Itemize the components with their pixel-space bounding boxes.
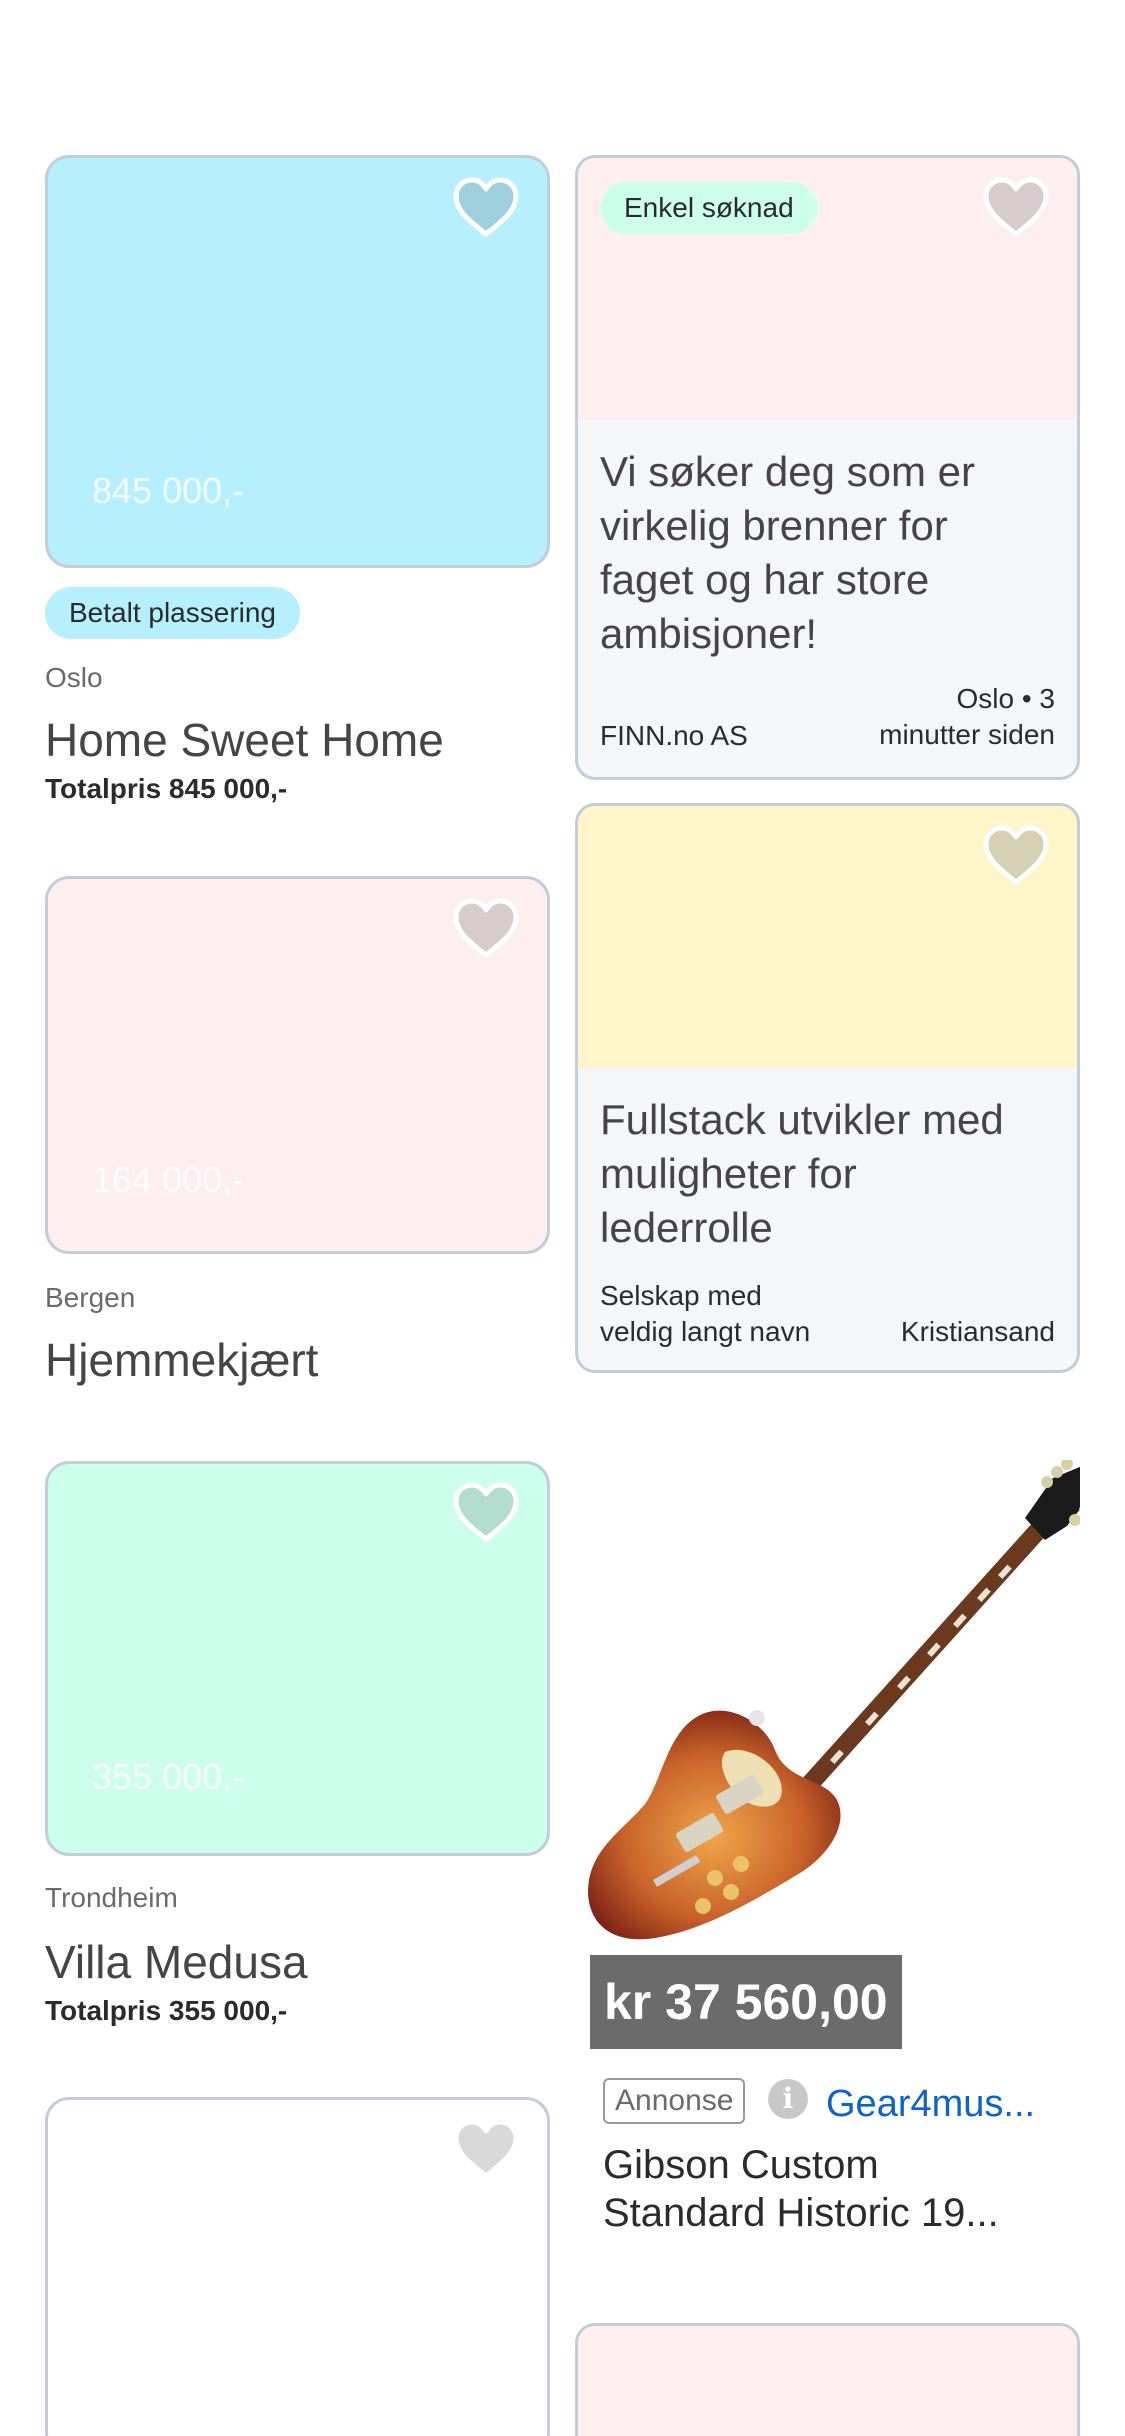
ad-title[interactable]: Gibson Custom Standard Historic 19...	[603, 2141, 999, 2237]
listing-title[interactable]: Villa Medusa	[45, 1935, 308, 1989]
listing-location: Trondheim	[45, 1882, 178, 1913]
job-company: Selskap med veldig langt navn	[600, 1280, 811, 1347]
job-title[interactable]: Fullstack utvikler med muligheter for le…	[600, 1093, 1004, 1255]
job-company: FINN.no AS	[600, 720, 748, 751]
job-image	[578, 2326, 1077, 2436]
easy-apply-badge: Enkel søknad	[600, 182, 818, 234]
job-location-time: Oslo • 3 minutter siden	[879, 683, 1055, 750]
heart-icon[interactable]	[980, 820, 1052, 892]
info-icon[interactable]: i	[768, 2079, 808, 2119]
job-location: Kristiansand	[900, 1316, 1055, 1347]
heart-icon[interactable]	[450, 893, 522, 965]
job-card[interactable]: Enkel søknad Vi søker deg som er virkeli…	[575, 155, 1080, 780]
ad-price: kr 37 560,00	[590, 1955, 902, 2049]
listing-location: Bergen	[45, 1282, 136, 1313]
job-card[interactable]	[575, 2323, 1080, 2436]
listing-title[interactable]: Home Sweet Home	[45, 713, 444, 767]
heart-icon[interactable]	[450, 2114, 522, 2186]
listing-price-overlay: 355 000,-	[92, 1756, 245, 1797]
paid-placement-badge: Betalt plassering	[45, 587, 301, 639]
listing-price-overlay: 845 000,-	[92, 470, 245, 511]
listing-total-price: Totalpris 355 000,-	[45, 1995, 288, 2026]
job-title[interactable]: Vi søker deg som er virkelig brenner for…	[600, 445, 975, 661]
listing-title[interactable]: Hjemmekjært	[45, 1333, 318, 1387]
listing-total-price: Totalpris 845 000,-	[45, 773, 288, 804]
heart-icon[interactable]	[980, 172, 1052, 244]
heart-icon[interactable]	[450, 1477, 522, 1549]
listing-price-overlay: 164 000,-	[92, 1159, 245, 1200]
heart-icon[interactable]	[450, 172, 522, 244]
ad-advertiser-link[interactable]: Gear4mus...	[826, 2083, 1035, 2126]
electric-guitar-image[interactable]	[575, 1458, 1101, 1960]
ad-label: Annonse	[603, 2078, 746, 2124]
listing-location: Oslo	[45, 662, 103, 693]
